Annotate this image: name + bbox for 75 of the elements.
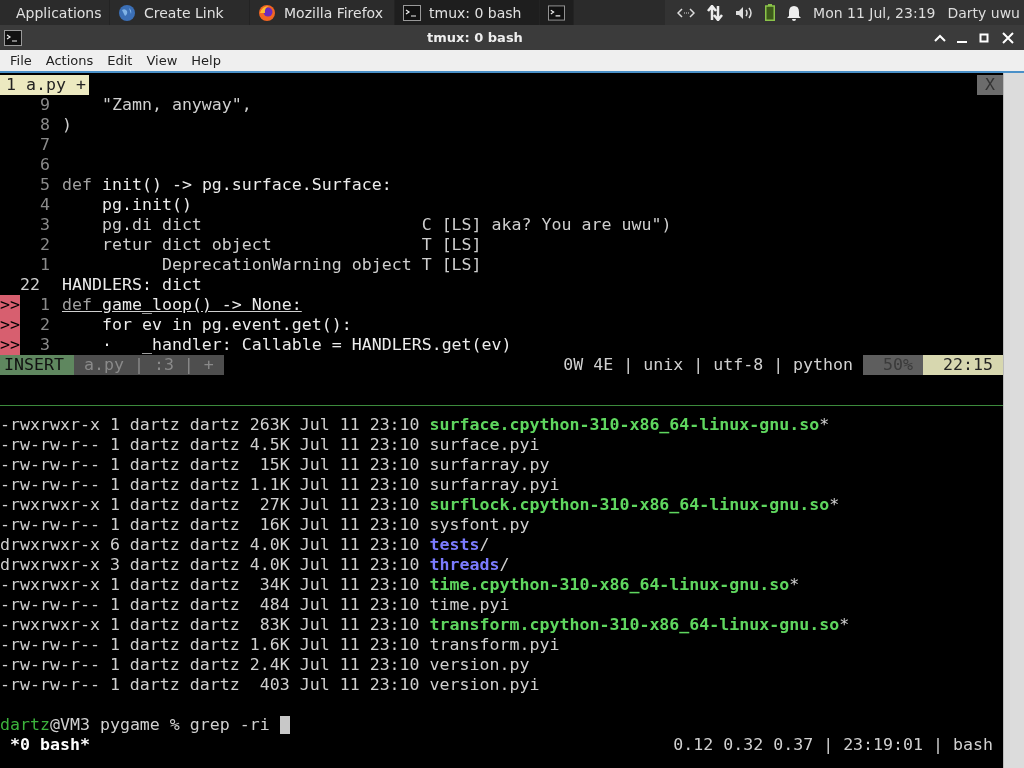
maximize-icon (977, 32, 991, 43)
listing-line: -rwxrwxr-x 1 dartz dartz 27K Jul 11 23:10 surflock.cpython-310-x86_64-linux-gnu.so* (0, 495, 841, 515)
user-name[interactable]: Darty uwu (947, 4, 1020, 21)
cursor-position: 22:15 (923, 355, 1003, 375)
sign-marker: >> (0, 315, 20, 335)
firefox-icon (258, 3, 276, 22)
code-line: def game_loop() -> None: (62, 295, 302, 315)
line-number: 4 (39, 195, 50, 215)
listing-line: -rw-rw-r-- 1 dartz dartz 484 Jul 11 23:10 time.pyi (0, 595, 511, 615)
line-number: 2 (39, 315, 50, 335)
listing-line: -rwxrwxr-x 1 dartz dartz 263K Jul 11 23:10 surface.cpython-310-x86_64-linux-gnu.so* (0, 415, 831, 435)
sign-marker: >> (0, 335, 20, 355)
line-number: 3 (39, 335, 50, 355)
code-line: def init() -> pg.surface.Surface: (62, 175, 392, 195)
window-title: tmux: 0 bash (426, 30, 524, 45)
code-line: retur dict object T [LS] (100, 235, 482, 255)
battery-icon (765, 4, 776, 21)
line-number: 5 (39, 175, 50, 195)
code-line: HANDLERS: dict (62, 275, 202, 295)
listing-line: -rw-rw-r-- 1 dartz dartz 2.4K Jul 11 23:10 version.py (0, 655, 531, 675)
file-info: 0W 4E | unix | utf-8 | python (563, 355, 855, 375)
globe-icon (118, 3, 136, 22)
tmux-status: 0.12 0.32 0.37 | 23:19:01 | bash (673, 735, 994, 755)
listing-line: -rw-rw-r-- 1 dartz dartz 403 Jul 11 23:10 version.pyi (0, 675, 541, 695)
line-number: 3 (39, 215, 50, 235)
volume-icon (735, 5, 754, 20)
code-line: pg.di dict C [LS] aka? You are uwu") (100, 215, 672, 235)
terminal-icon (4, 29, 22, 46)
code-line: pg.init() (100, 195, 192, 215)
line-number: 1 (39, 255, 50, 275)
listing-line: drwxrwxr-x 6 dartz dartz 4.0K Jul 11 23:10 tests/ (0, 535, 491, 555)
listing-line: -rw-rw-r-- 1 dartz dartz 4.5K Jul 11 23:10 surface.pyi (0, 435, 541, 455)
tmux-window[interactable]: *0 bash* (0, 735, 90, 755)
scrollbar[interactable] (1003, 73, 1024, 768)
listing-line: -rw-rw-r-- 1 dartz dartz 1.6K Jul 11 23:10 transform.pyi (0, 635, 561, 655)
close-icon (1001, 31, 1015, 44)
taskbar-item[interactable]: tmux: 0 bash (395, 0, 540, 25)
code-line: ) (62, 115, 72, 135)
line-number: 22 (20, 275, 41, 295)
workspace-button[interactable] (540, 0, 574, 25)
menu-item[interactable]: Help (184, 53, 228, 68)
line-number: 1 (39, 295, 50, 315)
listing-line: -rw-rw-r-- 1 dartz dartz 1.1K Jul 11 23:10 surfarray.pyi (0, 475, 561, 495)
minimize-icon (957, 40, 967, 43)
caret-up-icon (933, 32, 947, 43)
code-line: "Zamn, anyway", (100, 95, 252, 115)
menu-item[interactable]: File (3, 53, 39, 68)
editor-tab[interactable]: 1 a.py + (0, 75, 89, 95)
line-number: 6 (39, 155, 50, 175)
clock[interactable]: Mon 11 Jul, 23:19 (813, 4, 936, 21)
listing-line: -rw-rw-r-- 1 dartz dartz 16K Jul 11 23:10 sysfont.py (0, 515, 531, 535)
line-number: 8 (39, 115, 50, 135)
code-line: · _handler: Callable = HANDLERS.get(ev) (100, 335, 512, 355)
menu-item[interactable]: View (139, 53, 185, 68)
menu-item[interactable]: Actions (38, 53, 101, 68)
code-line: for ev in pg.event.get(): (100, 315, 352, 335)
listing-line: drwxrwxr-x 3 dartz dartz 4.0K Jul 11 23:10 threads/ (0, 555, 511, 575)
terminal-icon (548, 4, 565, 21)
line-number: 2 (39, 235, 50, 255)
listing-line: -rw-rw-r-- 1 dartz dartz 15K Jul 11 23:10 surfarray.py (0, 455, 551, 475)
line-number: 7 (39, 135, 50, 155)
terminal-icon (403, 4, 421, 21)
network-icon (677, 6, 696, 19)
code-line: DeprecationWarning object T [LS] (160, 255, 482, 275)
listing-line: -rwxrwxr-x 1 dartz dartz 34K Jul 11 23:10 time.cpython-310-x86_64-linux-gnu.so* (0, 575, 801, 595)
sign-marker: >> (0, 295, 20, 315)
menu-item[interactable]: Edit (100, 53, 140, 68)
mode-indicator: INSERT (0, 355, 74, 375)
transfer-arrows-icon (707, 4, 724, 21)
line-number: 9 (39, 95, 50, 115)
text-cursor (279, 716, 290, 734)
listing-line: -rwxrwxr-x 1 dartz dartz 83K Jul 11 23:10 transform.cpython-310-x86_64-linux-gnu.so* (0, 615, 851, 635)
file-status: a.py | :3 | + (73, 355, 224, 375)
command-prompt[interactable]: dartz@VM3 pygame % grep -ri (0, 715, 280, 735)
bell-icon (787, 4, 802, 21)
